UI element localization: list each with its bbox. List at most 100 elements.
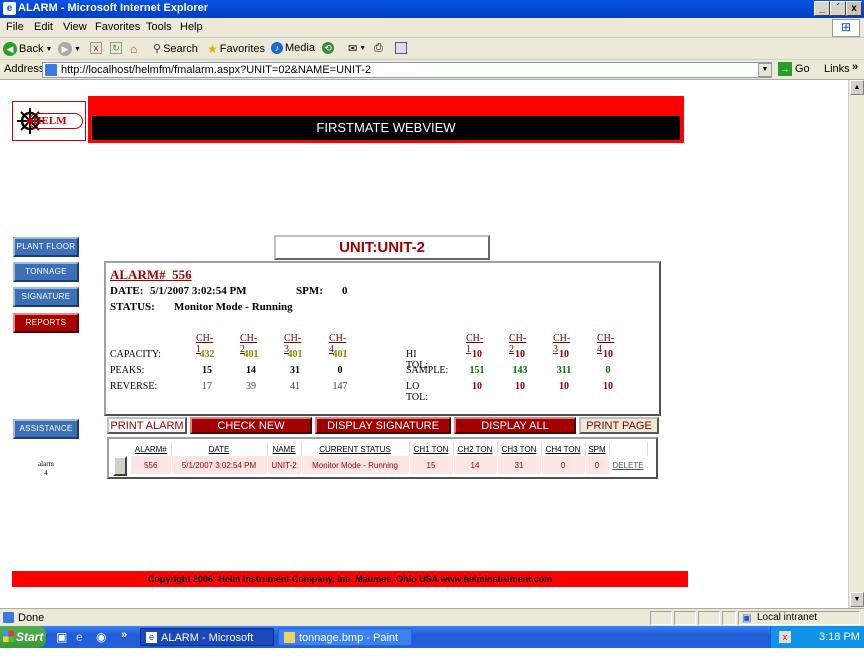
status-pane-3 <box>698 611 720 625</box>
peaks-ch3: 31 <box>290 365 300 376</box>
status-zone-label: Local intranet <box>757 612 818 623</box>
capacity-ch4: 401 <box>332 349 348 360</box>
nav-assistance-button[interactable]: ASSISTANCE <box>13 419 79 439</box>
links-chevron-icon[interactable]: » <box>852 61 858 73</box>
status-zone: ▣ Local intranet <box>738 611 860 625</box>
menu-help[interactable]: Help <box>180 21 203 33</box>
address-input[interactable]: http://localhost/helmfm/fmalarm.aspx?UNI… <box>42 62 772 78</box>
hitol-ch2: 10 <box>515 349 525 360</box>
cell-ch3-ton: 31 <box>497 456 542 474</box>
quicklaunch-desktop-icon[interactable]: ▣ <box>56 630 67 644</box>
sample-ch4: 0 <box>605 365 611 376</box>
home-button[interactable]: ⌂ <box>130 42 137 56</box>
stop-button[interactable]: x <box>90 42 102 54</box>
address-url: http://localhost/helmfm/fmalarm.aspx?UNI… <box>61 64 371 76</box>
cell-current-status: Monitor Mode - Running <box>301 456 410 474</box>
favorites-button[interactable]: ★ Favorites <box>207 42 265 56</box>
history-button[interactable]: ⟲ <box>322 42 334 54</box>
task-alarm-ie[interactable]: e ALARM - Microsoft In... <box>140 628 274 662</box>
quicklaunch-more-icon[interactable]: » <box>121 629 127 641</box>
maximize-button[interactable]: ´ <box>830 1 846 16</box>
close-button[interactable]: x <box>846 1 862 16</box>
go-button[interactable]: → Go <box>778 62 810 76</box>
nav-tonnage-button[interactable]: TONNAGE <box>13 262 79 282</box>
edit-button[interactable] <box>395 42 407 54</box>
menu-view[interactable]: View <box>63 21 87 33</box>
address-dropdown-icon[interactable]: ▼ <box>758 63 772 77</box>
col-ch2-ton: CH2 TON <box>453 442 498 456</box>
lotol-ch2: 10 <box>515 381 525 392</box>
star-icon: ★ <box>207 42 218 56</box>
alarm-count-value: 4 <box>44 469 48 477</box>
lotol-ch1: 10 <box>472 381 482 392</box>
alarm-number-value: 556 <box>172 267 192 282</box>
status-pane-2 <box>674 611 696 625</box>
alarm-number-label: ALARM# <box>110 267 166 282</box>
forward-button[interactable]: ▶ ▼ <box>58 42 81 56</box>
print-alarm-button[interactable]: PRINT ALARM <box>107 417 187 434</box>
peaks-ch2: 14 <box>246 365 256 376</box>
windows-logo-icon: ⊞ <box>832 19 860 37</box>
menu-bar: File Edit View Favorites Tools Help ⊞ <box>0 18 864 38</box>
quicklaunch-media-icon[interactable]: ◉ <box>96 630 106 644</box>
forward-dropdown-icon: ▼ <box>74 45 81 53</box>
quicklaunch-ie-icon[interactable]: e <box>76 630 83 644</box>
status-pane-1 <box>650 611 672 625</box>
nav-reports-button[interactable]: REPORTS <box>13 313 79 333</box>
start-button[interactable]: Start <box>0 626 46 648</box>
menu-file[interactable]: File <box>6 21 24 33</box>
links-label[interactable]: Links <box>824 63 850 75</box>
menu-favorites[interactable]: Favorites <box>95 21 140 33</box>
table-row[interactable]: 556 5/1/2007 3:02:54 PM UNIT-2 Monitor M… <box>131 456 648 474</box>
row-select-checkbox[interactable] <box>113 456 127 476</box>
network-icon[interactable]: x <box>779 631 791 643</box>
ie-icon: e <box>3 2 16 15</box>
status-page-icon <box>3 612 14 623</box>
sample-ch2: 143 <box>512 365 528 376</box>
nav-plant-floor-button[interactable]: PLANT FLOOR <box>13 237 79 257</box>
print-icon: ⎙ <box>374 42 383 54</box>
go-label: Go <box>795 63 810 75</box>
delete-link[interactable]: DELETE <box>609 456 648 474</box>
print-button[interactable]: ⎙ <box>374 42 383 55</box>
capacity-label: CAPACITY: <box>110 349 161 360</box>
col-ch4-ton: CH4 TON <box>541 442 586 456</box>
minimize-button[interactable]: _ <box>814 1 830 16</box>
search-button[interactable]: ⚲ Search <box>153 42 198 56</box>
cell-spm: 0 <box>585 456 610 474</box>
intranet-icon: ▣ <box>742 613 752 624</box>
back-label: Back <box>19 43 44 55</box>
scroll-up-icon[interactable]: ▲ <box>850 80 864 95</box>
media-button[interactable]: ♪ Media <box>271 42 315 54</box>
nav-signature-button[interactable]: SIGNATURE <box>13 287 79 307</box>
clock[interactable]: 3:18 PM <box>819 626 860 648</box>
cell-ch2-ton: 14 <box>453 456 498 474</box>
col-spm: SPM <box>585 442 610 456</box>
mail-button[interactable]: ✉ ▼ <box>348 42 366 55</box>
mail-dropdown-icon: ▼ <box>359 45 367 52</box>
task-paint[interactable]: tonnage.bmp - Paint <box>278 628 412 646</box>
status-pane-4 <box>722 611 736 625</box>
display-signature-button[interactable]: DISPLAY SIGNATURE <box>315 417 451 434</box>
logo-oval <box>29 113 83 129</box>
reverse-ch2: 39 <box>246 381 256 392</box>
print-page-button[interactable]: PRINT PAGE <box>579 417 659 434</box>
windows-flag-icon <box>3 631 14 642</box>
col-current-status: CURRENT STATUS <box>301 442 410 456</box>
refresh-button[interactable]: ↻ <box>110 42 122 54</box>
display-all-button[interactable]: DISPLAY ALL <box>454 417 576 434</box>
capacity-ch3: 401 <box>287 349 303 360</box>
menu-edit[interactable]: Edit <box>34 21 53 33</box>
lotol-ch4: 10 <box>603 381 613 392</box>
vertical-scrollbar[interactable]: ▲ ▼ <box>848 80 864 608</box>
lotol-label: LO TOL: <box>406 381 429 403</box>
scroll-down-icon[interactable]: ▼ <box>850 592 864 607</box>
title-bar: e ALARM - Microsoft Internet Explorer _ … <box>0 0 864 18</box>
alarm-count: alarm 4 <box>28 460 64 478</box>
hitol-ch3: 10 <box>559 349 569 360</box>
check-new-button[interactable]: CHECK NEW <box>190 417 312 434</box>
back-button[interactable]: ◀ Back ▼ <box>3 42 52 56</box>
menu-tools[interactable]: Tools <box>146 21 172 33</box>
back-arrow-icon: ◀ <box>3 42 17 56</box>
refresh-icon: ↻ <box>110 42 122 54</box>
